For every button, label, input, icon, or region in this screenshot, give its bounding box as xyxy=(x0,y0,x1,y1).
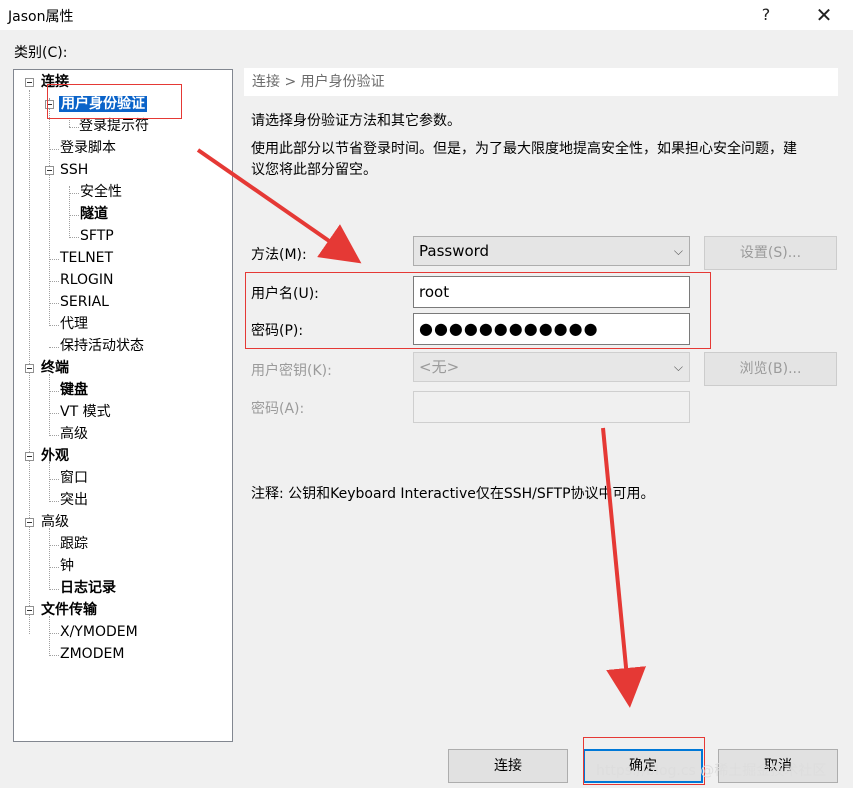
tree-connector xyxy=(69,215,79,216)
intro-text: 请选择身份验证方法和其它参数。 xyxy=(251,113,461,129)
method-value: Password xyxy=(419,242,490,260)
tree-item-login-prompt[interactable]: 登录提示符 xyxy=(79,116,149,136)
username-input[interactable]: root xyxy=(413,276,690,308)
tree-item-user-auth[interactable]: 用户身份验证 xyxy=(59,94,147,114)
tree-connector xyxy=(69,193,79,194)
properties-dialog: 类别(C): 连接 用户身份验证 登录提示符 登录脚本 SSH 安全性 隧道 S… xyxy=(0,30,853,788)
username-label: 用户名(U): xyxy=(251,286,319,302)
tree-connector xyxy=(49,633,59,634)
tree-item-zmodem[interactable]: ZMODEM xyxy=(60,644,124,664)
tree-item-tunnel[interactable]: 隧道 xyxy=(80,204,108,224)
password-label: 密码(P): xyxy=(251,323,304,339)
password-value: ●●●●●●●●●●●● xyxy=(419,319,599,338)
collapse-icon[interactable] xyxy=(45,100,54,109)
tree-connector xyxy=(69,127,79,128)
password-input[interactable]: ●●●●●●●●●●●● xyxy=(413,313,690,345)
tree-connector xyxy=(49,374,50,436)
help-button[interactable]: ? xyxy=(744,2,788,28)
tree-connector xyxy=(49,501,59,502)
close-button[interactable]: ✕ xyxy=(802,2,846,28)
method-select[interactable]: Password ⌵ xyxy=(413,236,690,266)
tree-connector xyxy=(49,413,59,414)
tree-connector xyxy=(49,259,59,260)
chevron-down-icon: ⌵ xyxy=(673,360,683,374)
browse-button[interactable]: 浏览(B)... xyxy=(704,352,837,386)
tree-connector xyxy=(49,281,59,282)
user-key-select[interactable]: <无> ⌵ xyxy=(413,352,690,382)
tree-item-sftp[interactable]: SFTP xyxy=(80,226,114,246)
hint-text-line1: 使用此部分以节省登录时间。但是，为了最大限度地提高安全性，如果担心安全问题，建 xyxy=(251,141,797,157)
collapse-icon[interactable] xyxy=(25,78,34,87)
tree-connector xyxy=(69,237,79,238)
connect-button[interactable]: 连接 xyxy=(448,749,568,783)
collapse-icon[interactable] xyxy=(25,452,34,461)
tree-connector xyxy=(49,479,59,480)
tree-item-advanced[interactable]: 高级 xyxy=(41,512,69,532)
passphrase-label: 密码(A): xyxy=(251,401,305,417)
tree-item-keyboard[interactable]: 键盘 xyxy=(60,380,88,400)
collapse-icon[interactable] xyxy=(25,606,34,615)
tree-item-xymodem[interactable]: X/YMODEM xyxy=(60,622,138,642)
tree-item-connection[interactable]: 连接 xyxy=(41,72,69,92)
tree-item-telnet[interactable]: TELNET xyxy=(60,248,113,268)
tree-connector xyxy=(49,325,59,326)
tree-connector xyxy=(49,347,59,348)
tree-item-window[interactable]: 窗口 xyxy=(60,468,88,488)
tree-connector xyxy=(29,90,30,634)
tree-connector xyxy=(49,589,59,590)
collapse-icon[interactable] xyxy=(45,166,54,175)
tree-item-login-script[interactable]: 登录脚本 xyxy=(60,138,116,158)
user-key-label: 用户密钥(K): xyxy=(251,363,332,379)
tree-connector xyxy=(49,528,50,590)
tree-connector xyxy=(49,655,59,656)
tree-item-appearance[interactable]: 外观 xyxy=(41,446,69,466)
tree-item-ssh[interactable]: SSH xyxy=(60,160,88,180)
tree-connector xyxy=(69,120,70,127)
tree-connector xyxy=(49,149,59,150)
note-text: 注释: 公钥和Keyboard Interactive仅在SSH/SFTP协议中… xyxy=(251,486,655,502)
tree-item-security[interactable]: 安全性 xyxy=(80,182,122,202)
tree-connector xyxy=(49,98,50,324)
category-tree[interactable]: 连接 用户身份验证 登录提示符 登录脚本 SSH 安全性 隧道 SFTP TEL… xyxy=(13,69,233,742)
tree-item-proxy[interactable]: 代理 xyxy=(60,314,88,334)
tree-item-keep-alive[interactable]: 保持活动状态 xyxy=(60,336,144,356)
chevron-down-icon: ⌵ xyxy=(673,244,683,258)
tree-connector xyxy=(49,462,50,502)
category-label: 类别(C): xyxy=(14,45,68,61)
tree-connector xyxy=(49,303,59,304)
tree-connector xyxy=(49,545,59,546)
tree-connector xyxy=(49,435,59,436)
tree-item-rlogin[interactable]: RLOGIN xyxy=(60,270,114,290)
username-value: root xyxy=(419,283,450,301)
tree-connector xyxy=(49,391,59,392)
settings-button[interactable]: 设置(S)... xyxy=(704,236,837,270)
window-title: Jason属性 xyxy=(8,9,74,25)
tree-item-trace[interactable]: 跟踪 xyxy=(60,534,88,554)
collapse-icon[interactable] xyxy=(25,364,34,373)
method-label: 方法(M): xyxy=(251,247,307,263)
tree-item-logging[interactable]: 日志记录 xyxy=(60,578,116,598)
hint-text-line2: 议您将此部分留空。 xyxy=(251,162,377,178)
user-key-value: <无> xyxy=(419,358,460,376)
passphrase-input[interactable] xyxy=(413,391,690,423)
tree-item-terminal-advanced[interactable]: 高级 xyxy=(60,424,88,444)
tree-item-file-transfer[interactable]: 文件传输 xyxy=(41,600,97,620)
watermark: https://blog.cs @稀土掘金技术社区 xyxy=(596,763,827,779)
breadcrumb: 连接 > 用户身份验证 xyxy=(244,68,838,96)
tree-connector xyxy=(49,616,50,656)
collapse-icon[interactable] xyxy=(25,518,34,527)
tree-item-vt-mode[interactable]: VT 模式 xyxy=(60,402,111,422)
tree-item-serial[interactable]: SERIAL xyxy=(60,292,109,312)
tree-item-highlight[interactable]: 突出 xyxy=(60,490,88,510)
title-bar: Jason属性 ? ✕ xyxy=(0,0,853,30)
tree-connector xyxy=(49,567,59,568)
tree-item-terminal[interactable]: 终端 xyxy=(41,358,69,378)
tree-item-bell[interactable]: 钟 xyxy=(60,556,74,576)
